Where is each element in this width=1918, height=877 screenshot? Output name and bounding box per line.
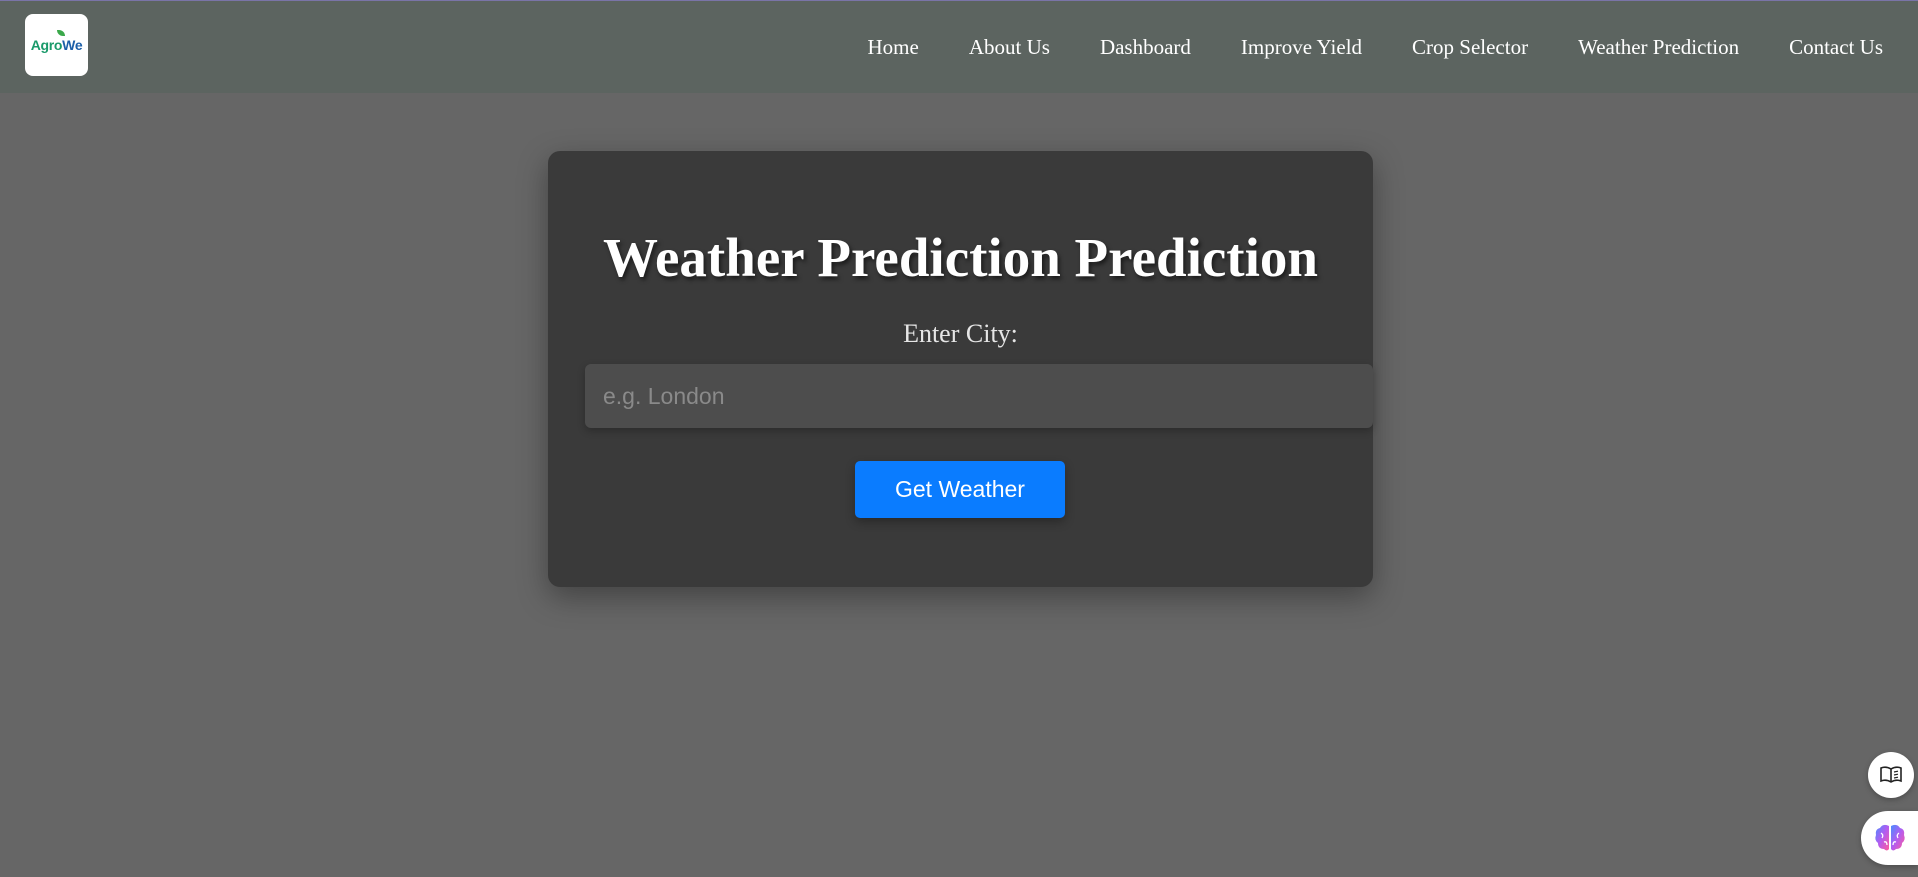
nav-menu: Home About Us Dashboard Improve Yield Cr… (868, 35, 1883, 60)
leaf-icon (56, 30, 65, 36)
weather-form-card: Weather Prediction Prediction Enter City… (548, 151, 1373, 587)
get-weather-button[interactable]: Get Weather (855, 461, 1065, 518)
nav-link-about-us[interactable]: About Us (969, 35, 1050, 60)
nav-link-weather-prediction[interactable]: Weather Prediction (1578, 35, 1739, 60)
nav-link-crop-selector[interactable]: Crop Selector (1412, 35, 1528, 60)
logo-wordmark: AgroWe (31, 30, 83, 53)
reader-mode-button[interactable] (1868, 752, 1914, 798)
page-title: Weather Prediction Prediction (603, 227, 1318, 288)
nav-link-improve-yield[interactable]: Improve Yield (1241, 35, 1362, 60)
brand-logo[interactable]: AgroWe (25, 14, 88, 76)
brain-icon (1874, 824, 1905, 851)
city-input[interactable] (585, 364, 1373, 428)
nav-link-home[interactable]: Home (868, 35, 919, 60)
nav-link-dashboard[interactable]: Dashboard (1100, 35, 1191, 60)
nav-link-contact-us[interactable]: Contact Us (1789, 35, 1883, 60)
navbar: AgroWe Home About Us Dashboard Improve Y… (0, 1, 1918, 93)
book-reader-icon (1880, 766, 1902, 783)
ai-assistant-button[interactable] (1861, 811, 1918, 865)
city-label: Enter City: (903, 319, 1018, 348)
